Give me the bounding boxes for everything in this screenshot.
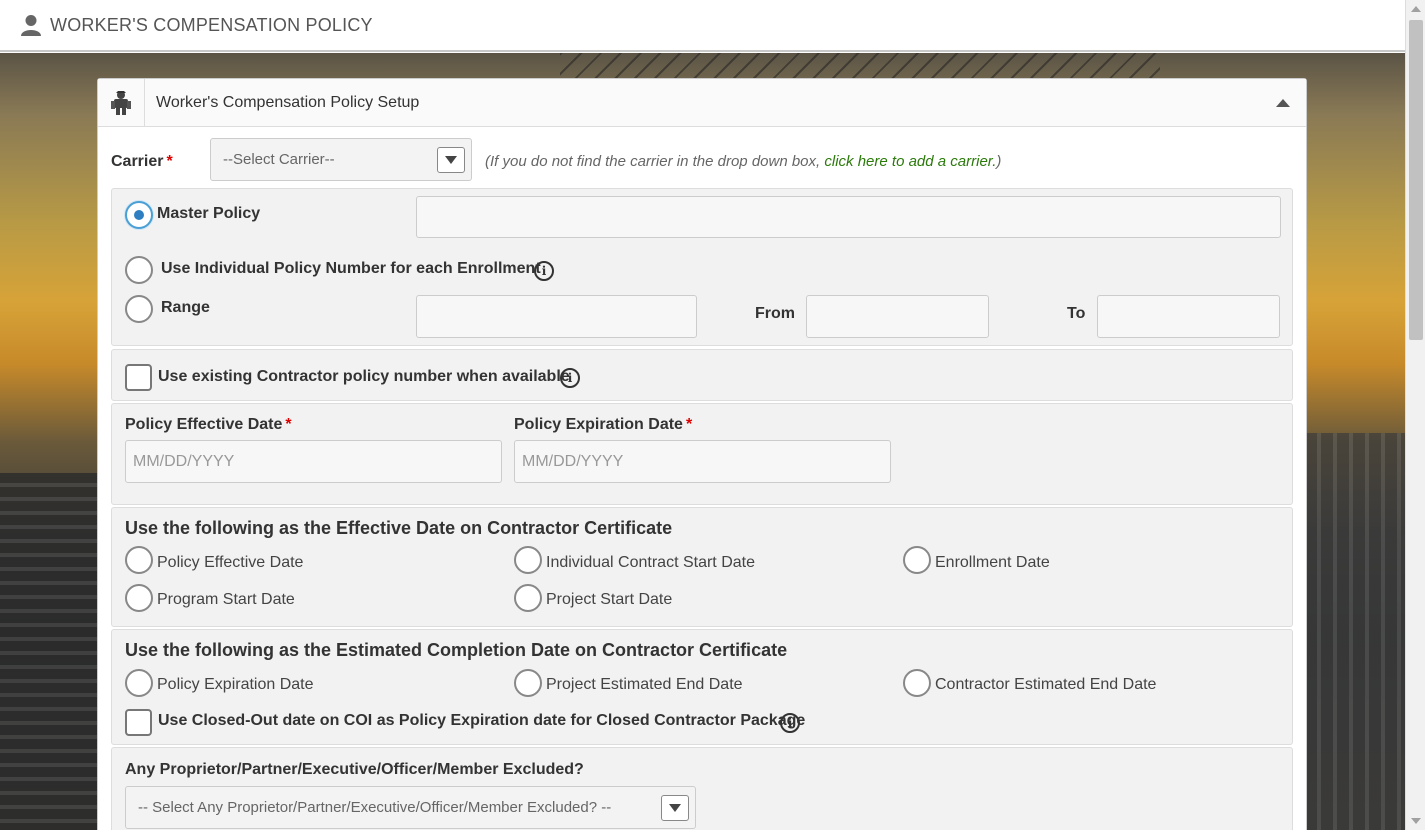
carrier-select[interactable]: --Select Carrier-- xyxy=(210,138,472,181)
range-from-input[interactable] xyxy=(806,295,989,338)
excluded-label: Any Proprietor/Partner/Executive/Officer… xyxy=(125,761,584,778)
policy-setup-panel: Worker's Compensation Policy Setup Carri… xyxy=(97,78,1307,830)
range-from-label: From xyxy=(755,305,795,322)
range-radio[interactable] xyxy=(125,295,153,323)
carrier-note: (If you do not find the carrier in the d… xyxy=(485,153,1002,170)
existing-policy-checkbox[interactable] xyxy=(125,364,152,391)
master-policy-label: Master Policy xyxy=(157,205,261,222)
scroll-down-arrow-icon[interactable] xyxy=(1411,818,1421,824)
buildings-left-decoration xyxy=(0,473,100,830)
opt-policy-effective-label: Policy Effective Date xyxy=(157,554,304,571)
effective-date-input[interactable]: MM/DD/YYYY xyxy=(125,440,502,483)
individual-info-icon[interactable]: i xyxy=(534,261,554,281)
crane-decoration xyxy=(560,53,1160,81)
opt-project-start-radio[interactable] xyxy=(514,584,542,612)
chevron-down-icon[interactable] xyxy=(661,794,689,821)
page-header: WORKER'S COMPENSATION POLICY xyxy=(0,0,1405,52)
opt-policy-expiration-radio[interactable] xyxy=(125,669,153,697)
closed-out-checkbox[interactable] xyxy=(125,709,152,736)
carrier-select-value: --Select Carrier-- xyxy=(223,151,335,168)
scrollbar-thumb[interactable] xyxy=(1409,20,1423,340)
individual-policy-radio[interactable] xyxy=(125,256,153,284)
opt-policy-expiration-label: Policy Expiration Date xyxy=(157,676,314,693)
effective-date-label: Policy Effective Date * xyxy=(125,416,292,433)
excluded-select-value: -- Select Any Proprietor/Partner/Executi… xyxy=(138,799,612,816)
opt-contractor-end-radio[interactable] xyxy=(903,669,931,697)
effective-cert-title: Use the following as the Effective Date … xyxy=(125,518,673,538)
opt-project-start-label: Project Start Date xyxy=(546,591,673,608)
completion-cert-title: Use the following as the Estimated Compl… xyxy=(125,640,788,660)
opt-contract-start-radio[interactable] xyxy=(514,546,542,574)
range-to-label: To xyxy=(1067,305,1086,322)
collapse-chevron-icon[interactable] xyxy=(1276,98,1290,107)
page-title: WORKER'S COMPENSATION POLICY xyxy=(50,14,373,35)
buildings-right-decoration xyxy=(1305,433,1405,830)
opt-program-start-label: Program Start Date xyxy=(157,591,295,608)
opt-enrollment-date-label: Enrollment Date xyxy=(935,554,1050,571)
existing-policy-label: Use existing Contractor policy number wh… xyxy=(158,368,570,385)
range-label: Range xyxy=(161,299,210,316)
carrier-label: Carrier * xyxy=(111,153,173,170)
closed-out-info-icon[interactable]: i xyxy=(780,713,800,733)
expiration-date-input[interactable]: MM/DD/YYYY xyxy=(514,440,891,483)
individual-policy-label: Use Individual Policy Number for each En… xyxy=(161,260,541,277)
closed-out-label: Use Closed-Out date on COI as Policy Exp… xyxy=(158,712,806,729)
opt-contract-start-label: Individual Contract Start Date xyxy=(546,554,755,571)
excluded-select[interactable]: -- Select Any Proprietor/Partner/Executi… xyxy=(125,786,696,829)
panel-header: Worker's Compensation Policy Setup xyxy=(98,79,1306,127)
range-input[interactable] xyxy=(416,295,697,338)
workers-icon xyxy=(111,90,131,115)
panel-title: Worker's Compensation Policy Setup xyxy=(156,93,420,111)
chevron-down-icon[interactable] xyxy=(437,146,465,173)
opt-contractor-end-label: Contractor Estimated End Date xyxy=(935,676,1157,693)
opt-enrollment-date-radio[interactable] xyxy=(903,546,931,574)
scroll-up-arrow-icon[interactable] xyxy=(1411,6,1421,12)
range-to-input[interactable] xyxy=(1097,295,1280,338)
opt-program-start-radio[interactable] xyxy=(125,584,153,612)
opt-policy-effective-radio[interactable] xyxy=(125,546,153,574)
existing-info-icon[interactable]: i xyxy=(560,368,580,388)
panel-icon-wrap xyxy=(98,79,145,126)
expiration-date-label: Policy Expiration Date * xyxy=(514,416,693,433)
user-icon xyxy=(21,15,41,36)
opt-project-end-label: Project Estimated End Date xyxy=(546,676,743,693)
page-scrollbar[interactable] xyxy=(1405,0,1425,830)
add-carrier-link[interactable]: click here to add a carrier. xyxy=(824,153,996,170)
master-policy-radio[interactable] xyxy=(125,201,153,229)
master-policy-input[interactable] xyxy=(416,196,1281,238)
opt-project-end-radio[interactable] xyxy=(514,669,542,697)
